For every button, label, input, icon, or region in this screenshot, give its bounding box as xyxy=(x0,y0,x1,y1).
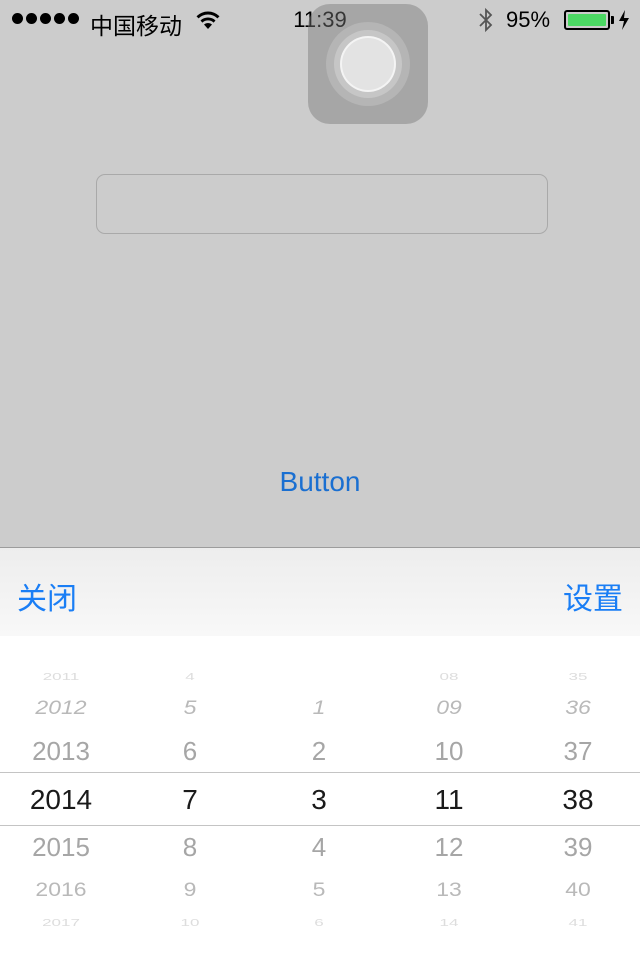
picker-row[interactable]: 9 xyxy=(150,879,230,900)
picker-row[interactable]: 2013 xyxy=(0,738,122,764)
picker-toolbar: 关闭 设置 xyxy=(0,548,640,636)
battery-percentage: 95% xyxy=(506,7,551,32)
assistive-touch-inner-circle xyxy=(340,36,396,92)
picker-row[interactable]: 2017 xyxy=(0,917,122,928)
picker-row-selected[interactable]: 38 xyxy=(533,786,623,814)
picker-column-year[interactable]: 2011 2012 2013 2014 2015 2016 2017 xyxy=(0,636,122,960)
battery-icon xyxy=(564,10,610,30)
picker-row[interactable]: 4 xyxy=(150,671,230,682)
picker-row-selected[interactable]: 7 xyxy=(150,786,230,814)
picker-row[interactable]: 8 xyxy=(150,834,230,860)
picker-row-selected[interactable]: 11 xyxy=(404,786,494,814)
picker-row[interactable]: 10 xyxy=(150,917,230,928)
picker-row[interactable]: 5 xyxy=(150,697,230,718)
picker-row[interactable]: 6 xyxy=(150,738,230,764)
picker-row[interactable]: 10 xyxy=(404,738,494,764)
picker-row[interactable]: 41 xyxy=(533,917,623,928)
picker-row-selected[interactable]: 3 xyxy=(279,786,359,814)
charging-bolt-icon xyxy=(619,10,629,30)
picker-column-month[interactable]: 4 5 6 7 8 9 10 xyxy=(150,636,230,960)
picker-row[interactable]: 2015 xyxy=(0,834,122,860)
picker-row[interactable]: 09 xyxy=(404,697,494,718)
picker-row[interactable]: 2011 xyxy=(0,671,122,682)
picker-row[interactable]: 13 xyxy=(404,879,494,900)
picker-row[interactable]: 5 xyxy=(279,879,359,900)
picker-row[interactable]: 1 xyxy=(279,697,359,718)
picker-column-hour[interactable]: 08 09 10 11 12 13 14 xyxy=(404,636,494,960)
battery-nub xyxy=(611,16,614,24)
picker-row[interactable]: 2016 xyxy=(0,879,122,900)
date-time-picker[interactable]: 2011 2012 2013 2014 2015 2016 2017 4 5 6… xyxy=(0,636,640,960)
assistive-touch-icon[interactable] xyxy=(308,4,428,124)
date-text-field[interactable] xyxy=(96,174,548,234)
picker-row[interactable]: 4 xyxy=(279,834,359,860)
picker-column-day[interactable]: 1 2 3 4 5 6 xyxy=(279,636,359,960)
picker-row[interactable]: 2012 xyxy=(0,697,122,718)
picker-column-minute[interactable]: 35 36 37 38 39 40 41 xyxy=(533,636,623,960)
picker-row[interactable]: 36 xyxy=(533,697,623,718)
picker-row[interactable]: 39 xyxy=(533,834,623,860)
picker-row[interactable]: 40 xyxy=(533,879,623,900)
set-button[interactable]: 设置 xyxy=(563,574,623,618)
picker-row[interactable]: 14 xyxy=(404,917,494,928)
battery-level-fill xyxy=(568,14,606,26)
picker-row-selected[interactable]: 2014 xyxy=(0,786,122,814)
date-picker-sheet: 关闭 设置 2011 2012 2013 2014 2015 2016 2017… xyxy=(0,547,640,960)
close-button[interactable]: 关闭 xyxy=(17,574,77,618)
picker-row[interactable]: 12 xyxy=(404,834,494,860)
picker-row[interactable]: 08 xyxy=(404,671,494,682)
picker-row[interactable]: 35 xyxy=(533,671,623,682)
picker-row[interactable]: 6 xyxy=(279,917,359,928)
picker-row[interactable]: 2 xyxy=(279,738,359,764)
bluetooth-icon xyxy=(479,7,493,33)
main-button[interactable]: Button xyxy=(220,462,420,502)
picker-row[interactable]: 37 xyxy=(533,738,623,764)
